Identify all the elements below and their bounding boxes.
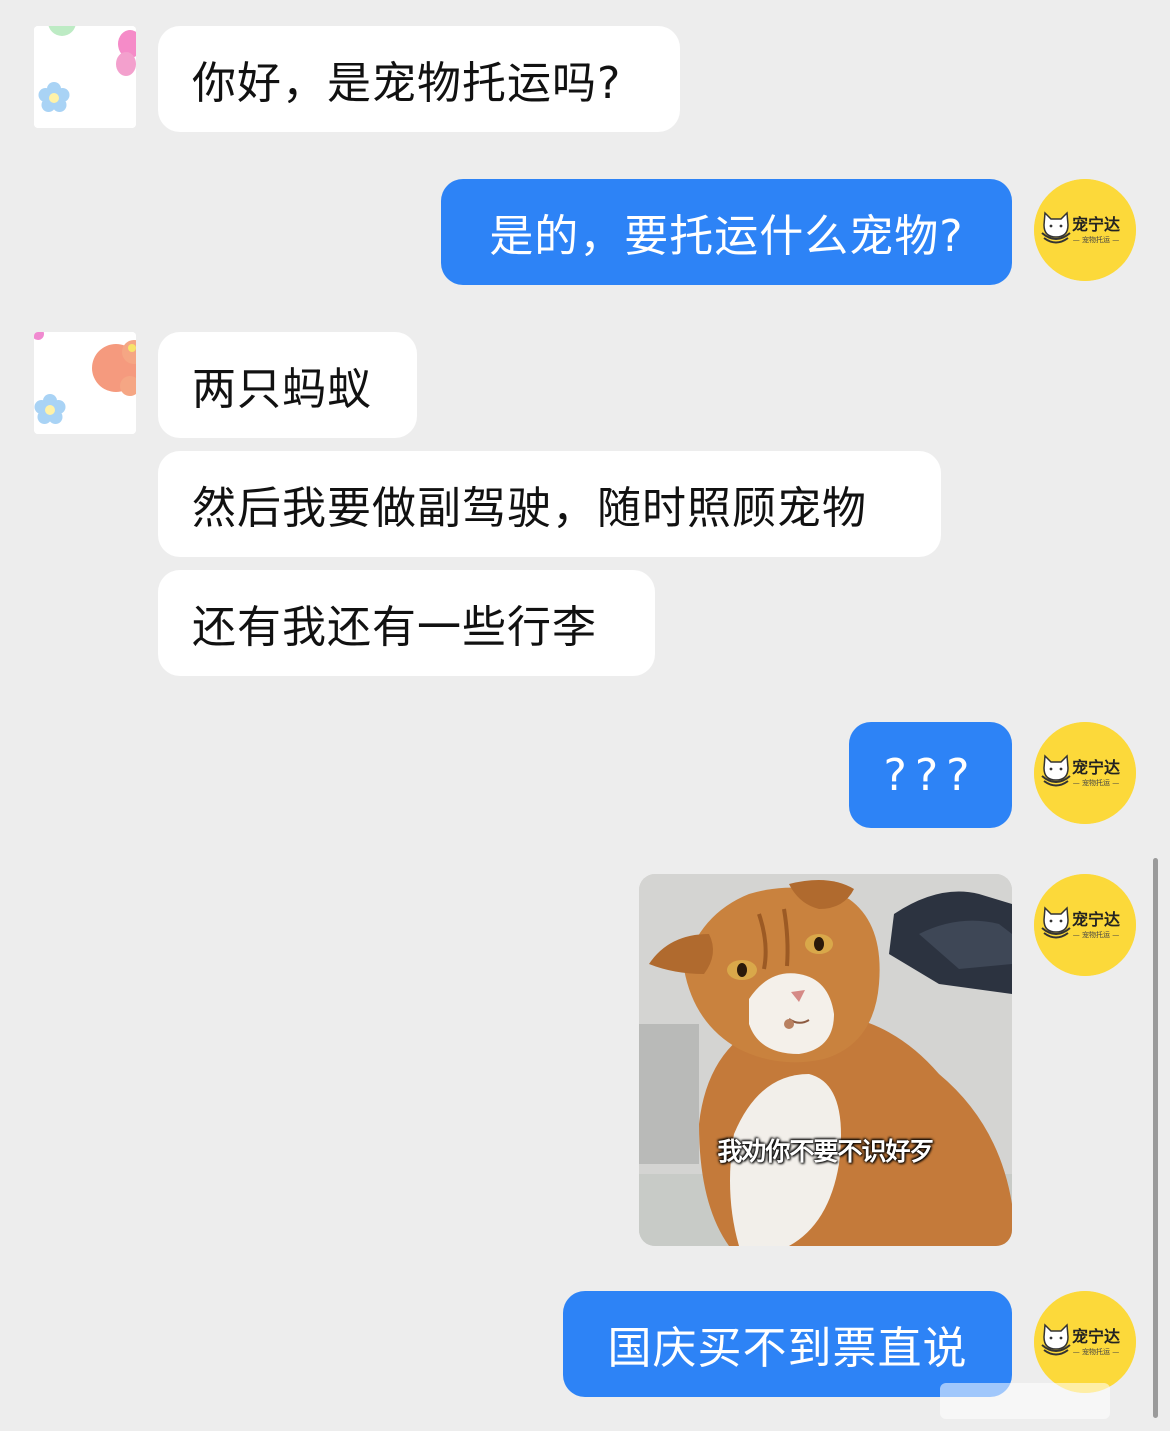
tagline-text: — 宠物托运 — (1073, 930, 1119, 939)
customer-avatar[interactable] (34, 332, 136, 434)
cat-logo-icon: 宠宁达 — 宠物托运 — (1034, 1291, 1136, 1393)
message-bubble-incoming[interactable]: 还有我还有一些行李 (158, 570, 655, 676)
agent-avatar[interactable]: 宠宁达 — 宠物托运 — (1034, 874, 1136, 976)
watermark (940, 1383, 1110, 1419)
brand-text: 宠宁达 (1072, 1327, 1120, 1346)
message-bubble-incoming[interactable]: 然后我要做副驾驶，随时照顾宠物 (158, 451, 941, 557)
brand-text: 宠宁达 (1072, 215, 1120, 234)
message-text: 你好，是宠物托运吗? (192, 58, 622, 109)
message-text: 两只蚂蚁 (192, 364, 372, 415)
message-bubble-outgoing[interactable]: 国庆买不到票直说 (563, 1291, 1012, 1397)
customer-avatar[interactable] (34, 26, 136, 128)
chat-view: 你好，是宠物托运吗? 是的，要托运什么宠物? 宠宁达 — 宠物托运 — 两只蚂蚁… (0, 0, 1170, 1431)
tagline-text: — 宠物托运 — (1073, 1347, 1119, 1356)
message-text: ??? (883, 749, 978, 801)
cat-logo-icon: 宠宁达 — 宠物托运 — (1034, 179, 1136, 281)
message-text: 国庆买不到票直说 (607, 1323, 968, 1374)
flower-icon (34, 332, 136, 434)
meme-caption: 我劝你不要不识好歹 (717, 1137, 934, 1166)
cat-meme-image (639, 874, 1012, 1246)
message-text: 还有我还有一些行李 (192, 602, 597, 653)
message-bubble-outgoing[interactable]: 是的，要托运什么宠物? (441, 179, 1012, 285)
cat-logo-icon: 宠宁达 — 宠物托运 — (1034, 874, 1136, 976)
message-text: 然后我要做副驾驶，随时照顾宠物 (192, 483, 867, 534)
message-text: 是的，要托运什么宠物? (489, 211, 964, 262)
agent-avatar[interactable]: 宠宁达 — 宠物托运 — (1034, 1291, 1136, 1393)
brand-text: 宠宁达 (1072, 758, 1120, 777)
tagline-text: — 宠物托运 — (1073, 235, 1119, 244)
brand-text: 宠宁达 (1072, 910, 1120, 929)
message-bubble-incoming[interactable]: 两只蚂蚁 (158, 332, 417, 438)
image-message[interactable]: 我劝你不要不识好歹 (639, 874, 1012, 1246)
message-bubble-outgoing[interactable]: ??? (849, 722, 1012, 828)
flower-icon (34, 26, 136, 128)
message-bubble-incoming[interactable]: 你好，是宠物托运吗? (158, 26, 680, 132)
cat-logo-icon: 宠宁达 — 宠物托运 — (1034, 722, 1136, 824)
agent-avatar[interactable]: 宠宁达 — 宠物托运 — (1034, 179, 1136, 281)
scrollbar[interactable] (1153, 858, 1158, 1418)
agent-avatar[interactable]: 宠宁达 — 宠物托运 — (1034, 722, 1136, 824)
tagline-text: — 宠物托运 — (1073, 778, 1119, 787)
